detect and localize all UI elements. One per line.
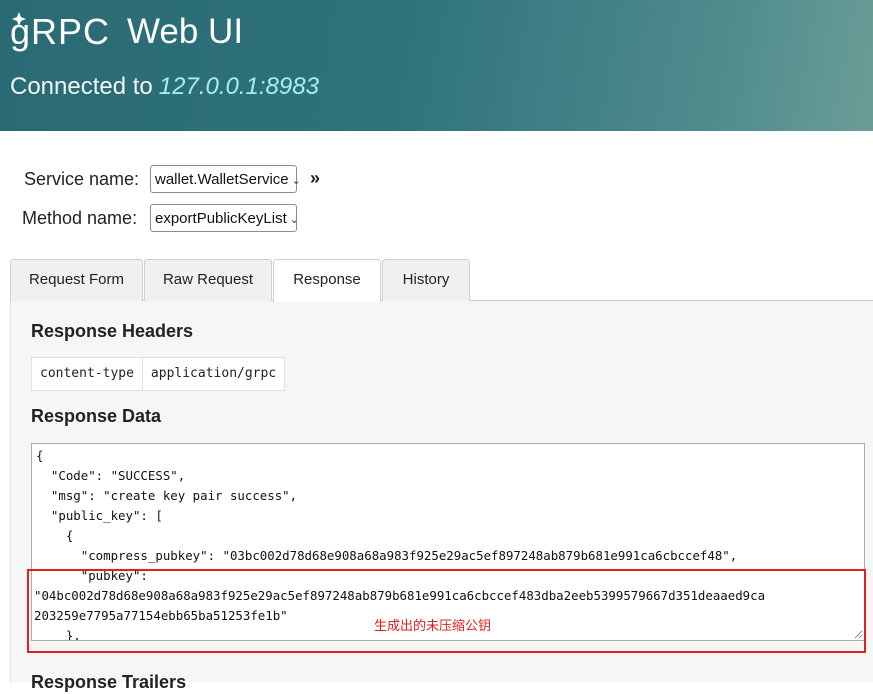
service-label: Service name:: [24, 168, 140, 189]
code-line: "Code": "SUCCESS",: [36, 468, 186, 483]
code-line: "pubkey":: [36, 568, 148, 583]
response-trailers-title: Response Trailers: [31, 672, 187, 692]
method-select[interactable]: exportPublicKeyList ⌄: [150, 204, 299, 232]
server-address: 127.0.0.1:8983: [158, 73, 319, 100]
code-line: "04bc002d78d68e908a68a983f925e29ac5ef897…: [34, 588, 766, 603]
code-line: "msg": "create key pair success",: [36, 488, 298, 503]
method-row: Method name:: [22, 203, 137, 233]
grpc-logo-icon: [12, 12, 26, 26]
grpc-logo-text: gRPC: [10, 11, 111, 52]
expand-icon[interactable]: »: [310, 168, 320, 189]
grpc-logo: gRPC: [10, 10, 110, 54]
chevron-down-icon: ⌄: [291, 175, 301, 187]
annotation-label: 生成出的未压缩公钥: [374, 619, 492, 634]
connected-label: Connected to: [10, 73, 153, 100]
code-line: {: [36, 528, 74, 543]
code-line: 203259e7795a77154ebb65ba51253fe1b": [34, 608, 288, 623]
service-select[interactable]: wallet.WalletService ⌄: [150, 165, 301, 193]
service-row: Service name:: [24, 164, 139, 194]
code-line: },: [36, 628, 81, 641]
response-headers-title: Response Headers: [31, 321, 194, 341]
header-name-cell: content-type: [40, 366, 134, 381]
code-line: {: [36, 448, 44, 463]
tab-history[interactable]: History: [382, 259, 470, 301]
code-line: "compress_pubkey": "03bc002d78d68e908a68…: [36, 548, 738, 563]
response-headers-table: content-type application/grpc: [31, 357, 286, 391]
tab-response[interactable]: Response: [273, 259, 381, 302]
code-line: "public_key": [: [36, 508, 163, 523]
service-select-value: wallet.WalletService: [155, 171, 289, 188]
response-data-title: Response Data: [31, 406, 162, 426]
resize-handle-icon[interactable]: [854, 630, 863, 639]
method-select-value: exportPublicKeyList: [155, 210, 287, 227]
tab-raw-request[interactable]: Raw Request: [144, 259, 272, 301]
method-label: Method name:: [22, 207, 138, 228]
tab-request-form[interactable]: Request Form: [10, 259, 143, 301]
chevron-down-icon: ⌄: [289, 214, 299, 226]
page-title: Web UI: [127, 12, 244, 51]
header-value-cell: application/grpc: [141, 358, 284, 390]
connection-status: Connected to 127.0.0.1:8983: [10, 72, 319, 102]
response-data-textarea[interactable]: { "Code": "SUCCESS", "msg": "create key …: [31, 443, 865, 641]
app-header: gRPC Web UI Connected to 127.0.0.1:8983: [0, 0, 873, 131]
